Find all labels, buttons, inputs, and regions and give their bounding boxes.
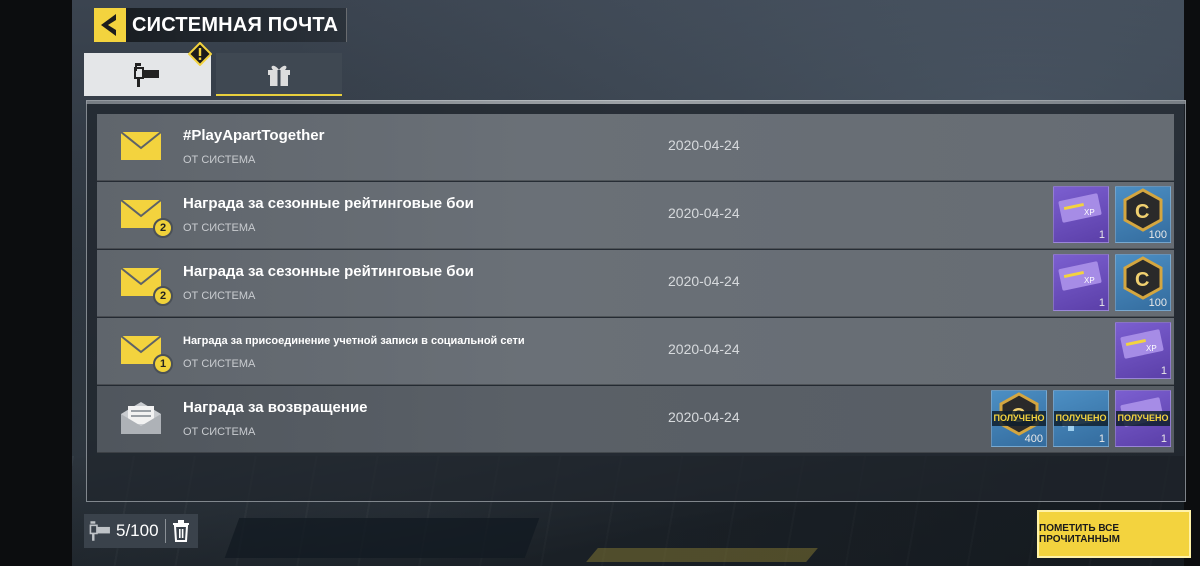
screen-bezel-left xyxy=(0,0,72,566)
open-envelope-icon xyxy=(121,402,161,434)
back-arrow-icon xyxy=(101,14,116,36)
cod-points-icon: C xyxy=(1123,188,1163,232)
attachment-count-badge: 1 xyxy=(153,354,173,374)
mail-sender: ОТ СИСТЕМА xyxy=(183,358,256,370)
cod-points-icon: C xyxy=(1123,256,1163,300)
envelope-icon xyxy=(120,131,162,160)
mail-title: Награда за возвращение xyxy=(183,399,368,416)
divider xyxy=(164,519,166,543)
panel-top-border xyxy=(86,100,1186,104)
mail-date: 2020-04-24 xyxy=(668,137,740,153)
back-button[interactable] xyxy=(94,8,126,42)
svg-text:C: C xyxy=(1135,201,1149,223)
mail-title: Награда за сезонные рейтинговые бои xyxy=(183,195,474,212)
xp-card-icon: XP xyxy=(1120,329,1164,359)
mail-item[interactable]: Награда за возвращение ОТ СИСТЕМА 2020-0… xyxy=(97,386,1174,453)
mail-sender: ОТ СИСТЕМА xyxy=(183,426,256,438)
reward-weapon[interactable]: ПОЛУЧЕНО 1 xyxy=(1053,390,1109,447)
mail-title: Награда за присоединение учетной записи … xyxy=(183,335,525,347)
reward-quantity: 1 xyxy=(1098,433,1105,445)
mailbox-icon xyxy=(89,521,110,541)
trash-icon[interactable] xyxy=(172,520,190,542)
mail-date: 2020-04-24 xyxy=(668,273,740,289)
reward-quantity: 1 xyxy=(1160,365,1167,377)
reward-quantity: 100 xyxy=(1148,297,1167,309)
mail-item[interactable]: 2 Награда за сезонные рейтинговые бои ОТ… xyxy=(97,182,1174,249)
floor-decoration xyxy=(224,518,540,558)
mail-item[interactable]: 1 Награда за присоединение учетной запис… xyxy=(97,318,1174,385)
attachment-count-badge: 2 xyxy=(153,218,173,238)
claimed-label: ПОЛУЧЕНО xyxy=(1054,411,1108,426)
page-title: СИСТЕМНАЯ ПОЧТА xyxy=(126,8,348,42)
xp-card-icon: XP xyxy=(1058,193,1102,223)
reward-cod-points[interactable]: C ПОЛУЧЕНО 400 xyxy=(991,390,1047,447)
reward-cod-points[interactable]: C 100 xyxy=(1115,254,1171,311)
mail-item[interactable]: #PlayApartTogether ОТ СИСТЕМА 2020-04-24 xyxy=(97,114,1174,181)
alert-icon xyxy=(188,42,212,66)
reward-xp-card[interactable]: XP 1 xyxy=(1053,254,1109,311)
reward-quantity: 1 xyxy=(1098,229,1105,241)
attachment-count-badge: 2 xyxy=(153,286,173,306)
screen-bezel-right xyxy=(1184,0,1200,566)
mail-date: 2020-04-24 xyxy=(668,409,740,425)
svg-text:XP: XP xyxy=(1084,208,1095,217)
mail-sender: ОТ СИСТЕМА xyxy=(183,222,256,234)
tab-gifts[interactable] xyxy=(216,53,342,96)
mail-sender: ОТ СИСТЕМА xyxy=(183,154,256,166)
mail-title: #PlayApartTogether xyxy=(183,127,325,144)
mail-item[interactable]: 2 Награда за сезонные рейтинговые бои ОТ… xyxy=(97,250,1174,317)
svg-text:XP: XP xyxy=(1084,276,1095,285)
header: СИСТЕМНАЯ ПОЧТА xyxy=(94,8,348,42)
reward-quantity: 1 xyxy=(1098,297,1105,309)
floor-decoration xyxy=(586,548,818,562)
xp-card-icon: XP xyxy=(1058,261,1102,291)
mail-date: 2020-04-24 xyxy=(668,341,740,357)
mail-sender: ОТ СИСТЕМА xyxy=(183,290,256,302)
mailbox-counter: 5/100 xyxy=(84,514,198,548)
reward-quantity: 400 xyxy=(1024,433,1043,445)
reward-xp-card[interactable]: XP ПОЛУЧЕНО 1 xyxy=(1115,390,1171,447)
mailbox-icon xyxy=(133,62,159,87)
reward-xp-card[interactable]: XP 1 xyxy=(1053,186,1109,243)
svg-text:C: C xyxy=(1135,269,1149,291)
reward-cod-points[interactable]: C 100 xyxy=(1115,186,1171,243)
svg-text:XP: XP xyxy=(1146,344,1157,353)
reward-xp-card[interactable]: XP 1 xyxy=(1115,322,1171,379)
mail-title: Награда за сезонные рейтинговые бои xyxy=(183,263,474,280)
mark-all-read-button[interactable]: ПОМЕТИТЬ ВСЕ ПРОЧИТАННЫМ xyxy=(1037,510,1191,558)
mail-date: 2020-04-24 xyxy=(668,205,740,221)
reward-quantity: 100 xyxy=(1148,229,1167,241)
reward-quantity: 1 xyxy=(1160,433,1167,445)
gift-icon xyxy=(268,65,290,86)
claimed-label: ПОЛУЧЕНО xyxy=(1116,411,1170,426)
mailbox-count: 5/100 xyxy=(116,521,159,540)
claimed-label: ПОЛУЧЕНО xyxy=(992,411,1046,426)
